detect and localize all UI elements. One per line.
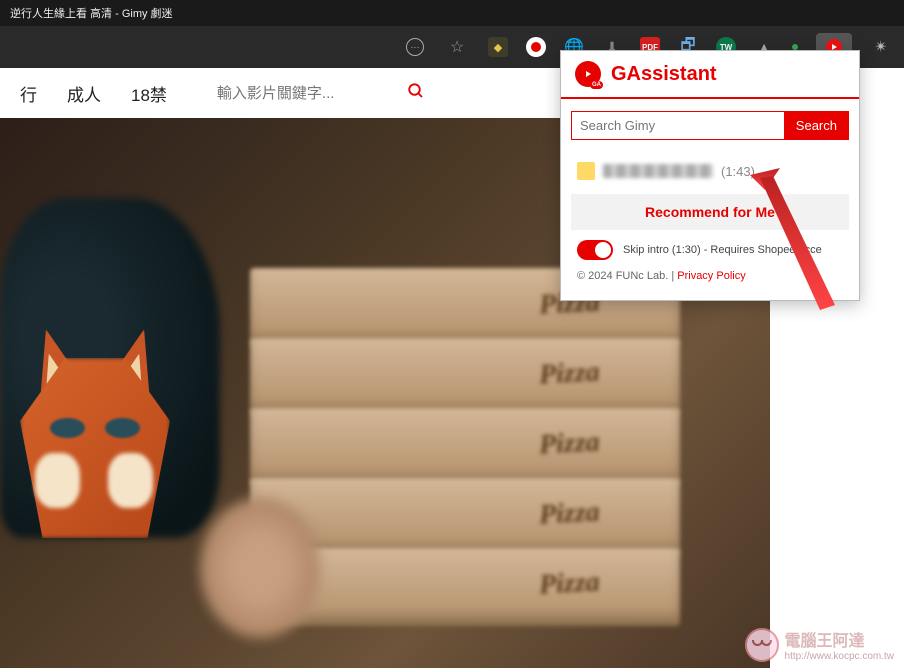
site-search-input[interactable] bbox=[217, 85, 397, 102]
gassistant-logo-icon: GA bbox=[575, 61, 601, 87]
extensions-menu-icon[interactable]: ✴ bbox=[870, 36, 892, 58]
video-content-fox-hat bbox=[20, 338, 200, 558]
history-item-icon bbox=[577, 162, 595, 180]
privacy-policy-link[interactable]: Privacy Policy bbox=[677, 270, 745, 282]
page-title: 逆行人生緣上看 高清 - Gimy 劇迷 bbox=[10, 5, 173, 21]
nav-item-18[interactable]: 18禁 bbox=[131, 81, 167, 106]
watermark-logo-icon bbox=[745, 628, 779, 662]
browser-tab-bar: 逆行人生緣上看 高清 - Gimy 劇迷 bbox=[0, 0, 904, 26]
extension-icon-1[interactable]: ◆ bbox=[488, 37, 508, 57]
bookmark-star-icon[interactable]: ☆ bbox=[446, 36, 468, 58]
gassistant-popup: GA GAssistant Search (1:43) Recommend fo… bbox=[560, 50, 860, 301]
video-content-pizza-boxes: Pizza Pizza Pizza Pizza Pizza bbox=[250, 268, 710, 668]
watermark-title: 電腦王阿達 bbox=[785, 627, 894, 651]
video-content-face bbox=[200, 498, 320, 638]
nav-item-1[interactable]: 行 bbox=[20, 81, 37, 106]
popup-body: Search (1:43) Recommend for Me Skip intr… bbox=[561, 99, 859, 300]
history-item-timestamp: (1:43) bbox=[721, 164, 755, 179]
site-search-area bbox=[217, 82, 425, 105]
skip-intro-label: Skip intro (1:30) - Requires Shopee acce bbox=[623, 244, 822, 256]
popup-header: GA GAssistant bbox=[561, 51, 859, 99]
popup-footer: © 2024 FUNc Lab. | Privacy Policy bbox=[571, 264, 849, 288]
right-whitespace bbox=[860, 68, 904, 668]
skip-intro-toggle[interactable] bbox=[577, 240, 613, 260]
footer-copyright: © 2024 FUNc Lab. bbox=[577, 270, 668, 282]
nav-item-adult[interactable]: 成人 bbox=[67, 81, 101, 106]
history-item-title-redacted bbox=[603, 164, 713, 178]
recommend-button[interactable]: Recommend for Me bbox=[571, 194, 849, 230]
popup-search-row: Search bbox=[571, 111, 849, 140]
gimy-search-input[interactable] bbox=[571, 111, 784, 140]
search-icon[interactable] bbox=[407, 82, 425, 105]
watermark: 電腦王阿達 http://www.kocpc.com.tw bbox=[745, 627, 894, 662]
search-button[interactable]: Search bbox=[784, 111, 849, 140]
watermark-url: http://www.kocpc.com.tw bbox=[785, 651, 894, 662]
popup-title: GAssistant bbox=[611, 63, 717, 86]
more-menu-icon[interactable]: ⋯ bbox=[404, 36, 426, 58]
history-item[interactable]: (1:43) bbox=[571, 154, 849, 188]
extension-icon-record[interactable] bbox=[526, 37, 546, 57]
skip-intro-row: Skip intro (1:30) - Requires Shopee acce bbox=[571, 230, 849, 264]
